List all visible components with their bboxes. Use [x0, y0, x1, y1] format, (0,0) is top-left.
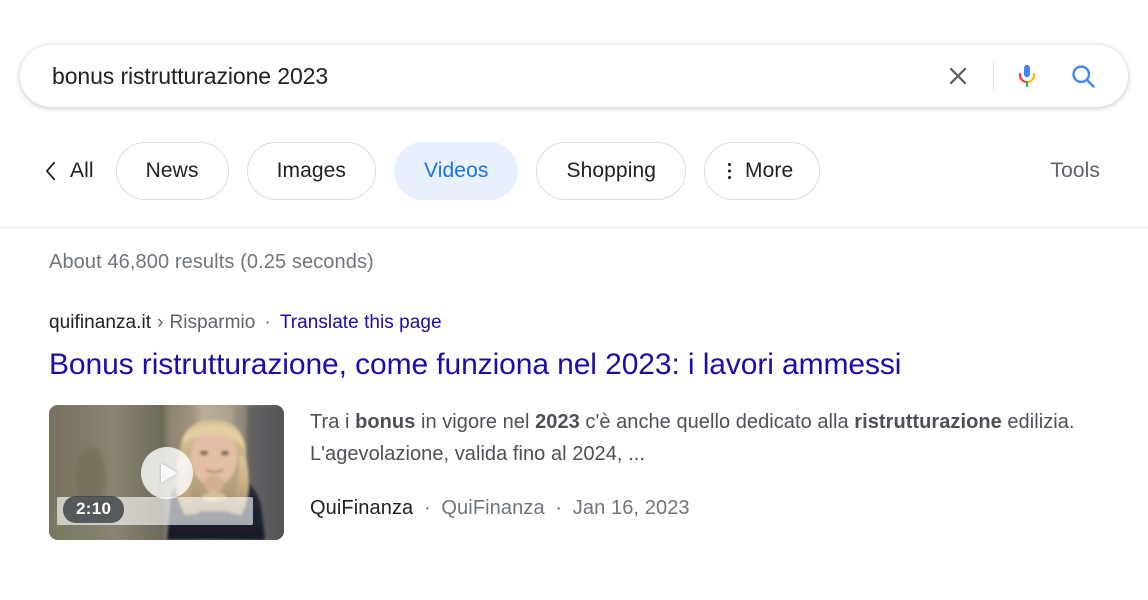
play-icon[interactable]	[140, 446, 193, 499]
meta-separator-2: ·	[555, 496, 563, 519]
search-header: All News Images Videos Shopping More Too	[0, 0, 1148, 228]
snippet-text: c'è anche quello dedicato alla	[579, 411, 855, 434]
url-dot-separator: ·	[264, 312, 271, 333]
tools-button[interactable]: Tools	[1050, 159, 1100, 183]
microphone-icon[interactable]	[1012, 59, 1042, 93]
chevron-left-icon	[44, 160, 57, 182]
tab-all[interactable]: All	[44, 159, 94, 183]
breadcrumb-separator: ›	[157, 312, 164, 333]
search-box[interactable]	[20, 45, 1128, 107]
search-results: About 46,800 results (0.25 seconds) quif…	[0, 228, 1148, 541]
result-meta: QuiFinanza · QuiFinanza · Jan 16, 2023	[310, 497, 1080, 520]
video-duration-badge: 2:10	[63, 496, 125, 524]
meta-source: QuiFinanza	[310, 496, 414, 519]
tab-images-label: Images	[276, 159, 347, 182]
search-actions	[941, 45, 1106, 107]
search-result-item: quifinanza.it › Risparmio · Translate th…	[49, 312, 1148, 541]
tab-all-label: All	[70, 159, 94, 182]
tab-more[interactable]: More	[704, 142, 821, 200]
result-title-link[interactable]: Bonus ristrutturazione, come funziona ne…	[49, 346, 1148, 384]
tab-news[interactable]: News	[115, 142, 229, 200]
translate-this-page-link[interactable]: Translate this page	[280, 312, 442, 334]
result-url-line: quifinanza.it › Risparmio · Translate th…	[49, 312, 1148, 334]
close-icon[interactable]	[941, 59, 975, 93]
video-thumbnail[interactable]: LA LEGGE 2:10	[49, 405, 284, 541]
meta-separator-1: ·	[423, 496, 431, 519]
snippet-highlight: ristrutturazione	[854, 411, 1002, 434]
snippet-text: Tra i	[310, 411, 356, 434]
meta-date: Jan 16, 2023	[572, 496, 690, 519]
result-stats: About 46,800 results (0.25 seconds)	[49, 251, 374, 273]
search-filter-tabs: All News Images Videos Shopping More Too	[0, 140, 1148, 202]
more-vertical-icon	[727, 161, 732, 181]
tab-more-label: More	[745, 159, 794, 182]
snippet-column: Tra i bonus in vigore nel 2023 c'è anche…	[310, 405, 1080, 519]
search-actions-divider	[993, 61, 994, 91]
snippet-highlight: bonus	[355, 411, 416, 434]
tab-images[interactable]: Images	[246, 142, 377, 200]
tab-shopping-label: Shopping	[566, 159, 657, 182]
snippet-text: in vigore nel	[415, 411, 536, 434]
tab-shopping[interactable]: Shopping	[536, 142, 687, 200]
result-body: LA LEGGE 2:10 Tra i bonus in vigore nel …	[49, 405, 1148, 541]
search-input[interactable]	[52, 62, 941, 90]
meta-channel: QuiFinanza	[441, 496, 545, 519]
play-triangle	[160, 462, 178, 483]
search-icon[interactable]	[1068, 61, 1098, 91]
result-path[interactable]: Risparmio	[169, 312, 255, 334]
tab-videos-label: Videos	[424, 159, 489, 182]
tab-videos[interactable]: Videos	[394, 142, 519, 200]
tab-news-label: News	[145, 159, 199, 182]
snippet-highlight: 2023	[535, 411, 580, 434]
result-domain[interactable]: quifinanza.it	[49, 312, 151, 334]
result-snippet: Tra i bonus in vigore nel 2023 c'è anche…	[310, 407, 1080, 470]
